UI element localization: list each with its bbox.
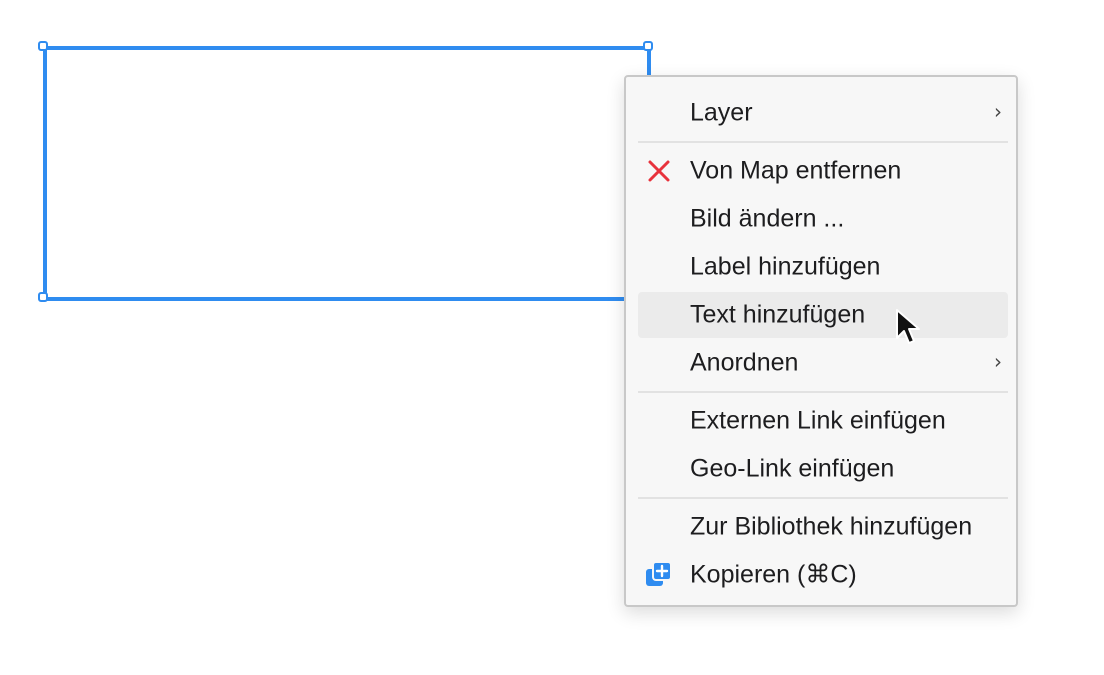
copy-icon xyxy=(646,561,672,586)
context-menu: Layer › Von Map entfernen Bild ändern ..… xyxy=(624,75,1018,607)
resize-handle-top-right[interactable] xyxy=(643,41,653,51)
close-icon xyxy=(648,160,670,182)
menu-item-layer[interactable]: Layer › xyxy=(638,90,1008,136)
menu-item-label: Bild ändern ... xyxy=(690,204,845,233)
menu-item-remove-from-map[interactable]: Von Map entfernen xyxy=(638,148,1008,194)
menu-item-label: Layer xyxy=(690,98,753,127)
menu-item-label: Kopieren (⌘C) xyxy=(690,560,857,589)
selected-shape[interactable] xyxy=(43,46,651,301)
chevron-right-icon: › xyxy=(994,99,1002,124)
menu-item-geo-link[interactable]: Geo-Link einfügen xyxy=(638,446,1008,492)
menu-item-arrange[interactable]: Anordnen › xyxy=(638,340,1008,386)
resize-handle-top-left[interactable] xyxy=(38,41,48,51)
menu-item-label: Anordnen xyxy=(690,348,799,377)
menu-item-label: Geo-Link einfügen xyxy=(690,454,895,483)
menu-item-label: Zur Bibliothek hinzufügen xyxy=(690,512,973,541)
mouse-pointer-icon xyxy=(896,309,920,344)
menu-separator xyxy=(638,141,1008,143)
menu-item-label: Text hinzufügen xyxy=(690,300,866,329)
menu-separator xyxy=(638,497,1008,499)
menu-item-label: Von Map entfernen xyxy=(690,156,902,185)
menu-item-external-link[interactable]: Externen Link einfügen xyxy=(638,398,1008,444)
resize-handle-bottom-left[interactable] xyxy=(38,292,48,302)
menu-item-copy[interactable]: Kopieren (⌘C) xyxy=(638,552,1008,598)
menu-item-add-label[interactable]: Label hinzufügen xyxy=(638,244,1008,290)
menu-item-label: Externen Link einfügen xyxy=(690,406,946,435)
menu-separator xyxy=(638,391,1008,393)
menu-item-add-to-library[interactable]: Zur Bibliothek hinzufügen xyxy=(638,504,1008,550)
menu-item-change-image[interactable]: Bild ändern ... xyxy=(638,196,1008,242)
menu-item-label: Label hinzufügen xyxy=(690,252,881,281)
chevron-right-icon: › xyxy=(994,349,1002,374)
menu-item-add-text[interactable]: Text hinzufügen xyxy=(638,292,1008,338)
